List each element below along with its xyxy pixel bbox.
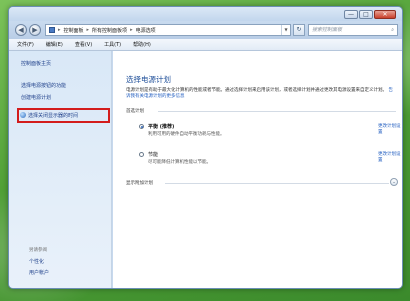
baidu-watermark-sub: jingyan.baidu.com	[303, 281, 359, 288]
highlight-box	[17, 108, 110, 123]
window-controls: — □ ✕	[344, 10, 396, 19]
baidu-watermark-text: Baidu	[300, 259, 362, 283]
description-text: 电源计划是有助于最大化计算机的性能或者节能。通过选择计划来启用该计划，或者选择计…	[126, 88, 387, 93]
menu-tools[interactable]: 工具(T)	[104, 41, 121, 48]
breadcrumb-item-power-options[interactable]: 电源选项	[136, 27, 156, 34]
breadcrumb-item-all-items[interactable]: 所有控制面板项	[92, 27, 127, 34]
baidu-watermark: Baidu jingyan.baidu.com	[300, 253, 405, 293]
control-panel-icon	[49, 27, 55, 33]
page-description: 电源计划是有助于最大化计算机的性能或者节能。通过选择计划来启用该计划，或者选择计…	[126, 88, 394, 100]
search-icon[interactable]: ⌕	[391, 25, 394, 35]
sidebar: 控制面板主页 选择电源按钮的功能 创建电源计划 选择关闭显示器的时间 另请参阅 …	[9, 51, 112, 288]
sidebar-home-link[interactable]: 控制面板主页	[21, 60, 51, 67]
show-additional-plans-label[interactable]: 显示附加计划	[126, 180, 153, 186]
plan-desc-power-saver: 尽可能降低计算机性能以节能。	[148, 160, 211, 165]
breadcrumb-separator: ▸	[130, 27, 133, 33]
menu-help[interactable]: 帮助(H)	[133, 41, 151, 48]
sidebar-link-power-button[interactable]: 选择电源按钮的功能	[21, 82, 66, 89]
navigation-row: ◀ ▶ ▸ 控制面板 ▸ 所有控制面板项 ▸ 电源选项 ▼ ↻ 搜索控制面板 ⌕	[9, 21, 402, 39]
plan-radio-balanced[interactable]	[139, 124, 144, 129]
address-bar[interactable]: ▸ 控制面板 ▸ 所有控制面板项 ▸ 电源选项 ▼	[45, 24, 291, 36]
page-title: 选择电源计划	[126, 75, 171, 84]
maximize-button[interactable]: □	[359, 10, 373, 19]
refresh-button[interactable]: ↻	[293, 24, 305, 36]
expand-chevron-icon[interactable]: ⌄	[390, 178, 398, 186]
change-plan-settings-power-saver[interactable]: 更改计划设置	[378, 151, 402, 163]
back-button[interactable]: ◀	[15, 24, 27, 36]
close-button[interactable]: ✕	[374, 10, 396, 19]
breadcrumb-separator: ▸	[86, 27, 90, 33]
search-placeholder: 搜索控制面板	[312, 27, 343, 33]
menu-view[interactable]: 查看(V)	[75, 41, 92, 48]
sidebar-link-personalization[interactable]: 个性化	[29, 258, 44, 265]
menu-file[interactable]: 文件(F)	[17, 41, 34, 48]
forward-button[interactable]: ▶	[29, 24, 41, 36]
section-divider	[165, 183, 389, 184]
change-plan-settings-balanced[interactable]: 更改计划设置	[378, 123, 402, 135]
address-dropdown-icon[interactable]: ▼	[281, 25, 290, 35]
menu-edit[interactable]: 编辑(E)	[46, 41, 63, 48]
see-also-title: 另请参阅	[29, 248, 47, 253]
section-divider	[158, 111, 396, 112]
menu-bar: 文件(F) 编辑(E) 查看(V) 工具(T) 帮助(H)	[9, 39, 402, 51]
plan-radio-power-saver[interactable]	[139, 152, 144, 157]
plan-name-balanced[interactable]: 平衡 (推荐)	[148, 123, 174, 130]
breadcrumb-item-control-panel[interactable]: 控制面板	[64, 27, 84, 34]
title-bar: — □ ✕	[9, 7, 402, 21]
preferred-plans-label: 首选计划	[126, 109, 144, 114]
plan-desc-balanced: 利用可用的硬件自动平衡功耗与性能。	[148, 132, 225, 137]
breadcrumb-separator: ▸	[58, 27, 61, 33]
sidebar-link-create-plan[interactable]: 创建电源计划	[21, 94, 51, 101]
sidebar-link-user-accounts[interactable]: 用户帐户	[29, 269, 49, 276]
control-panel-window: — □ ✕ ◀ ▶ ▸ 控制面板 ▸ 所有控制面板项 ▸ 电源选项 ▼ ↻ 搜索…	[8, 6, 403, 289]
plan-name-power-saver[interactable]: 节能	[148, 151, 158, 158]
minimize-button[interactable]: —	[344, 10, 358, 19]
search-input[interactable]: 搜索控制面板 ⌕	[308, 24, 398, 36]
